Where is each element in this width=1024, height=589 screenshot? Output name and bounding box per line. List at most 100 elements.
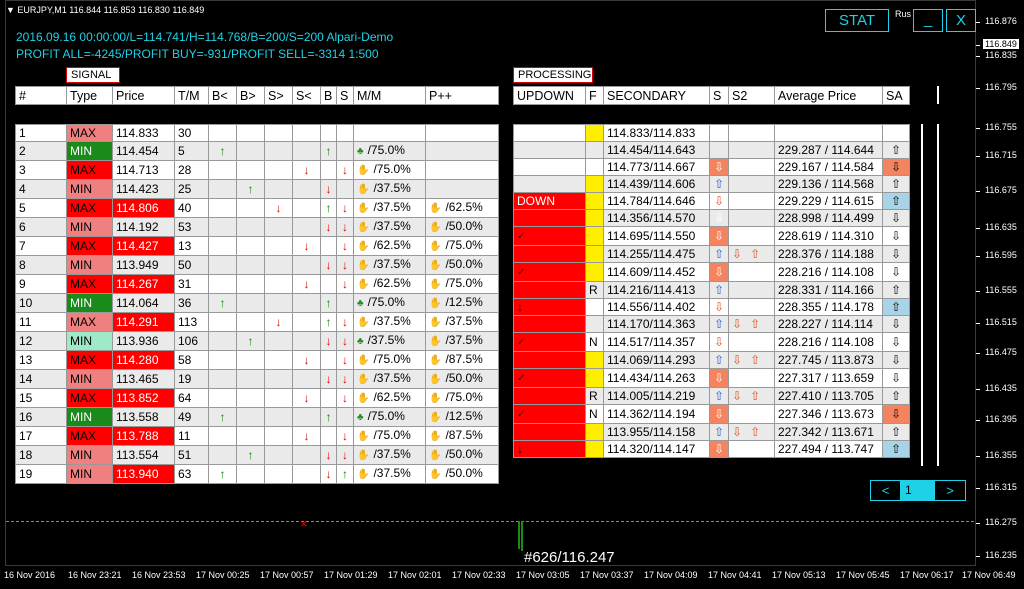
hand-icon: ✋	[429, 203, 442, 214]
processing-row[interactable]: 114.170/114.363 ⇧ ⇩ ⇧ 228.227 / 114.114 ⇩	[513, 315, 910, 333]
signal-row[interactable]: 8 MIN 113.949 50 ↓ ↓ ✋/37.5% ✋/50.0%	[15, 255, 499, 275]
arrow-down-icon: ↓	[336, 274, 354, 294]
row-avg-price: 228.216 / 114.108	[774, 262, 883, 282]
row-f	[585, 226, 604, 246]
processing-row[interactable]: 114.069/114.293 ⇧ ⇩ ⇧ 227.745 / 113.873 ⇩	[513, 351, 910, 369]
row-type: MAX	[66, 160, 113, 180]
signal-row[interactable]: 16 MIN 113.558 49 ↑ ↑ ♣/75.0% ✋/12.5%	[15, 407, 499, 427]
row-price: 114.454	[112, 141, 175, 161]
row-s-indicator: ⇩	[709, 226, 729, 246]
empty-cell	[236, 274, 265, 294]
signal-row[interactable]: 1 MAX 114.833 30	[15, 124, 499, 142]
time-axis-label: 16 Nov 2016	[4, 570, 56, 580]
table-scrollbar-track[interactable]	[921, 124, 923, 466]
processing-row[interactable]: R 114.216/114.413 ⇧ 228.331 / 114.166 ⇧	[513, 281, 910, 299]
hollow-arrow-down-icon: ⇩	[732, 389, 743, 403]
empty-cell	[292, 124, 321, 142]
row-s2	[728, 440, 775, 458]
table-scrollbar-track-2[interactable]	[937, 124, 939, 466]
row-updown: ✓	[513, 332, 586, 352]
row-mm: ✋/37.5%	[353, 198, 426, 218]
processing-row[interactable]: ↓ 114.320/114.147 ⇩ 227.494 / 113.747 ⇧	[513, 440, 910, 458]
row-f	[585, 262, 604, 282]
signal-row[interactable]: 6 MIN 114.192 53 ↓ ↓ ✋/37.5% ✋/50.0%	[15, 217, 499, 237]
row-mm: ✋/37.5%	[353, 217, 426, 237]
dropdown-triangle-icon[interactable]: ▼	[6, 5, 17, 15]
row-number: 10	[15, 293, 67, 313]
hollow-arrow-down-icon: ⇩	[713, 160, 725, 174]
processing-row[interactable]: 114.439/114.606 ⇧ 229.136 / 114.568 ⇧	[513, 175, 910, 193]
processing-row[interactable]: 114.773/114.667 ⇩ 229.167 / 114.584 ⇩	[513, 158, 910, 176]
time-axis-label: 17 Nov 04:41	[708, 570, 762, 580]
row-type: MAX	[66, 426, 113, 446]
empty-cell	[264, 388, 293, 408]
empty-cell	[208, 217, 237, 237]
arrow-down-icon: ↓	[336, 217, 354, 237]
arrow-down-icon: ↓	[336, 160, 354, 180]
pp-value: /50.0%	[445, 466, 483, 480]
row-pp: ✋/37.5%	[425, 312, 499, 332]
close-button[interactable]: X	[946, 9, 976, 32]
processing-row[interactable]: 114.454/114.643 229.287 / 114.644 ⇧	[513, 141, 910, 159]
signal-row[interactable]: 9 MAX 114.267 31 ↓ ↓ ✋/62.5% ✋/75.0%	[15, 274, 499, 294]
empty-cell	[264, 445, 293, 465]
signal-title: SIGNAL	[66, 67, 120, 83]
row-pp	[425, 141, 499, 161]
processing-row[interactable]: 114.356/114.570 ⇩ 228.998 / 114.499 ⇩	[513, 209, 910, 227]
processing-row[interactable]: 114.255/114.475 ⇧ ⇩ ⇧ 228.376 / 114.188 ⇩	[513, 245, 910, 263]
price-axis-tick	[976, 523, 980, 524]
prev-page-button[interactable]: <	[870, 480, 901, 501]
processing-row[interactable]: ✓ 114.609/114.452 ⇩ 228.216 / 114.108 ⇩	[513, 262, 910, 282]
processing-row[interactable]: 113.955/114.158 ⇧ ⇩ ⇧ 227.342 / 113.671 ⇧	[513, 423, 910, 441]
empty-cell	[208, 312, 237, 332]
arrow-down-icon: ↓	[292, 274, 321, 294]
row-s2	[728, 209, 775, 227]
row-s-indicator: ⇧	[709, 245, 729, 263]
processing-row[interactable]: DOWN 114.784/114.646 ⇩ 229.229 / 114.615 ⇧	[513, 192, 910, 210]
mm-value: /37.5%	[373, 314, 411, 328]
time-axis[interactable]: 16 Nov 2016 16 Nov 23:21 16 Nov 23:53 17 No…	[0, 566, 1024, 589]
pp-value: /50.0%	[445, 371, 483, 385]
processing-row[interactable]: ✓ 114.434/114.263 ⇩ 227.317 / 113.659 ⇩	[513, 368, 910, 388]
row-updown	[513, 281, 586, 299]
signal-row[interactable]: 12 MIN 113.936 106 ↑ ↓ ↓ ♣/37.5% ✋/37.5%	[15, 331, 499, 351]
check-icon: ✓	[517, 231, 526, 242]
signal-row[interactable]: 11 MAX 114.291 113 ↓ ↑ ↓ ✋/37.5% ✋/37.5%	[15, 312, 499, 332]
header-s-lt: S<	[292, 86, 321, 105]
processing-row[interactable]: 114.833/114.833	[513, 124, 910, 142]
processing-row[interactable]: ✓ N 114.362/114.194 ⇩ 227.346 / 113.673 ⇩	[513, 404, 910, 424]
row-s-indicator	[709, 141, 729, 159]
signal-row[interactable]: 7 MAX 114.427 13 ↓ ↓ ✋/62.5% ✋/75.0%	[15, 236, 499, 256]
price-axis[interactable]: 116.876 116.849 116.835 116.795 116.755 116.7…	[976, 0, 1024, 566]
page-number[interactable]: 1	[901, 480, 934, 501]
arrow-up-icon: ↑	[208, 464, 237, 484]
processing-row[interactable]: ↓ 114.556/114.402 ⇩ 228.355 / 114.178 ⇧	[513, 298, 910, 316]
signal-row[interactable]: 5 MAX 114.806 40 ↓ ↑ ↓ ✋/37.5% ✋/62.5%	[15, 198, 499, 218]
chart-crosshair-label: #626/116.247	[524, 549, 615, 566]
signal-row[interactable]: 3 MAX 114.713 28 ↓ ↓ ✋/75.0%	[15, 160, 499, 180]
processing-row[interactable]: ✓ 114.695/114.550 ⇩ 228.619 / 114.310 ⇩	[513, 226, 910, 246]
processing-row[interactable]: ✓ N 114.517/114.357 ⇩ 228.216 / 114.108 ⇩	[513, 332, 910, 352]
signal-row[interactable]: 17 MAX 113.788 11 ↓ ↓ ✋/75.0% ✋/87.5%	[15, 426, 499, 446]
row-s-indicator	[709, 124, 729, 142]
stat-button[interactable]: STAT	[825, 9, 889, 32]
row-pp: ✋/12.5%	[425, 293, 499, 313]
signal-row[interactable]: 15 MAX 113.852 64 ↓ ↓ ✋/62.5% ✋/75.0%	[15, 388, 499, 408]
next-page-button[interactable]: >	[934, 480, 966, 501]
hand-icon: ✋	[357, 450, 370, 461]
processing-row[interactable]: R 114.005/114.219 ⇧ ⇩ ⇧ 227.410 / 113.705 ⇧	[513, 387, 910, 405]
empty-cell	[264, 293, 293, 313]
minimize-button[interactable]: _	[913, 9, 943, 32]
signal-row[interactable]: 18 MIN 113.554 51 ↑ ↓ ↓ ✋/37.5% ✋/50.0%	[15, 445, 499, 465]
hollow-arrow-up-icon: ⇧	[890, 177, 902, 191]
signal-row[interactable]: 4 MIN 114.423 25 ↑ ↓ ✋/37.5%	[15, 179, 499, 199]
hollow-arrow-down-icon: ⇩	[890, 335, 902, 349]
row-s-indicator: ⇧	[709, 175, 729, 193]
signal-row[interactable]: 10 MIN 114.064 36 ↑ ↑ ♣/75.0% ✋/12.5%	[15, 293, 499, 313]
signal-row[interactable]: 2 MIN 114.454 5 ↑ ↑ ♣/75.0%	[15, 141, 499, 161]
signal-row[interactable]: 14 MIN 113.465 19 ↓ ↓ ✋/37.5% ✋/50.0%	[15, 369, 499, 389]
row-s2	[728, 298, 775, 316]
signal-row[interactable]: 19 MIN 113.940 63 ↑ ↓ ↑ ✋/37.5% ✋/50.0%	[15, 464, 499, 484]
signal-row[interactable]: 13 MAX 114.280 58 ↓ ↓ ✋/75.0% ✋/87.5%	[15, 350, 499, 370]
price-axis-tick	[976, 191, 980, 192]
